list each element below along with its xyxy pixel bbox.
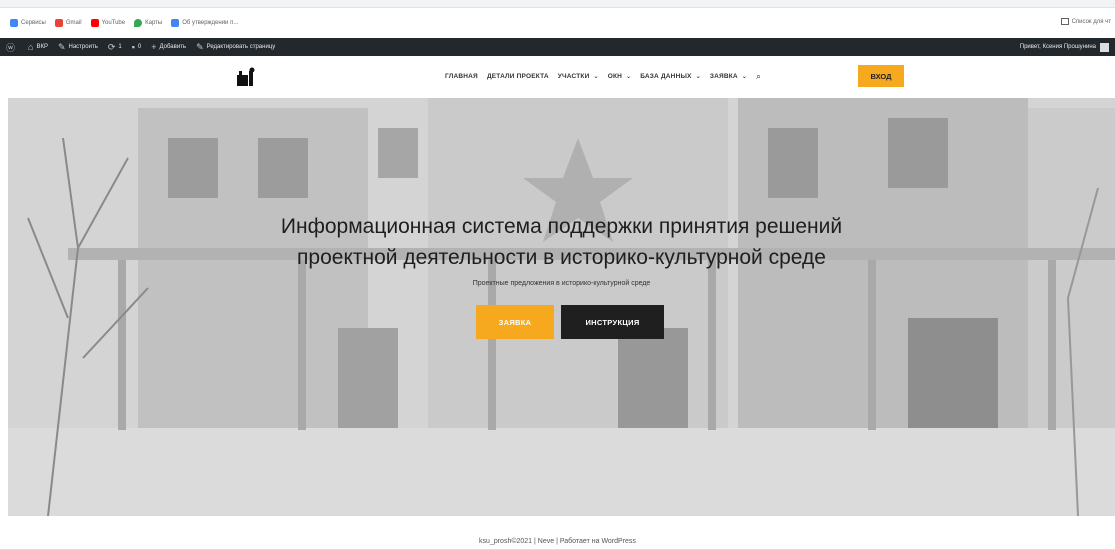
bookmark-approval[interactable]: Об утверждении п... bbox=[171, 19, 238, 27]
reading-list-label: Список для чт bbox=[1071, 18, 1111, 25]
browser-tab-strip bbox=[0, 0, 1115, 8]
home-icon: ⌂ bbox=[28, 42, 34, 52]
bookmark-label: Карты bbox=[145, 20, 163, 26]
apply-button[interactable]: ЗАЯВКА bbox=[476, 305, 554, 339]
bookmark-label: Gmail bbox=[65, 20, 82, 26]
apps-grid-icon bbox=[10, 19, 18, 27]
main-nav: ГЛАВНАЯ ДЕТАЛИ ПРОЕКТА УЧАСТКИ ⌄ ОКН ⌄ БАЗ… bbox=[445, 71, 777, 82]
bookmark-services[interactable]: Сервисы bbox=[10, 19, 46, 27]
page-icon bbox=[171, 19, 180, 27]
nav-item-home[interactable]: ГЛАВНАЯ bbox=[445, 73, 478, 80]
admin-comments[interactable]: ▪ 0 bbox=[132, 42, 142, 52]
hero-title-line2: проектной деятельности в историко-культу… bbox=[297, 246, 826, 269]
bookmark-label: YouTube bbox=[101, 20, 126, 26]
nav-label: ГЛАВНАЯ bbox=[445, 73, 478, 80]
bookmark-gmail[interactable]: Gmail bbox=[54, 19, 82, 27]
pencil-icon: ✎ bbox=[196, 41, 204, 52]
wordpress-logo[interactable]: ⓦ bbox=[6, 41, 18, 54]
chevron-down-icon[interactable]: ⌄ bbox=[696, 73, 701, 80]
nav-item-okn[interactable]: ОКН ⌄ bbox=[608, 73, 632, 80]
site-name-label: ВКР bbox=[36, 44, 48, 50]
instructions-button[interactable]: ИНСТРУКЦИЯ bbox=[561, 305, 664, 339]
footer-credits: ksu_prosh©2021 | Neve | Работает на Word… bbox=[479, 538, 636, 545]
admin-edit-page[interactable]: ✎ Редактировать страницу bbox=[196, 42, 275, 53]
plus-icon: + bbox=[151, 42, 157, 52]
site-logo-icon[interactable] bbox=[236, 67, 258, 87]
admin-customize[interactable]: ✎ Настроить bbox=[58, 42, 98, 53]
admin-account[interactable]: Привет, Ксения Прошунина bbox=[1020, 38, 1115, 56]
comments-count: 0 bbox=[137, 44, 142, 50]
gmail-icon bbox=[54, 19, 63, 27]
edit-page-label: Редактировать страницу bbox=[206, 44, 276, 50]
nav-label: ОКН bbox=[607, 73, 623, 80]
bookmark-youtube[interactable]: YouTube bbox=[90, 19, 126, 27]
bookmark-label: Об утверждении п... bbox=[182, 20, 239, 26]
admin-site-name[interactable]: ⌂ ВКР bbox=[28, 42, 48, 52]
nav-item-project-details[interactable]: ДЕТАЛИ ПРОЕКТА bbox=[487, 73, 549, 80]
chevron-down-icon[interactable]: ⌄ bbox=[626, 73, 631, 80]
bookmark-maps[interactable]: Карты bbox=[134, 19, 162, 27]
greeting-label: Привет, Ксения Прошунина bbox=[1019, 44, 1096, 50]
reading-list[interactable]: Список для чт bbox=[1060, 18, 1111, 25]
chevron-down-icon[interactable]: ⌄ bbox=[742, 73, 747, 80]
site-header: ГЛАВНАЯ ДЕТАЛИ ПРОЕКТА УЧАСТКИ ⌄ ОКН ⌄ БАЗ… bbox=[0, 56, 1115, 98]
comment-icon: ▪ bbox=[131, 42, 135, 52]
chevron-down-icon[interactable]: ⌄ bbox=[593, 73, 598, 80]
bookmark-label: Сервисы bbox=[21, 20, 46, 26]
reading-list-icon bbox=[1060, 18, 1069, 25]
hero-title: Информационная система поддержки приняти… bbox=[8, 211, 1115, 273]
hero-title-line1: Информационная система поддержки приняти… bbox=[280, 215, 843, 238]
wordpress-icon: ⓦ bbox=[6, 42, 16, 53]
youtube-icon bbox=[90, 19, 99, 27]
avatar bbox=[1100, 42, 1109, 52]
nav-item-database[interactable]: БАЗА ДАННЫХ ⌄ bbox=[640, 73, 701, 80]
admin-add-new[interactable]: + Добавить bbox=[151, 42, 186, 52]
nav-item-plots[interactable]: УЧАСТКИ ⌄ bbox=[558, 73, 599, 80]
hero-subtitle: Проектные предложения в историко-культур… bbox=[472, 280, 651, 287]
bookmarks-bar: Сервисы Gmail YouTube Карты Об утвержден… bbox=[0, 8, 1115, 38]
admin-updates[interactable]: ⟳ 1 bbox=[108, 42, 122, 53]
customize-label: Настроить bbox=[68, 44, 98, 50]
nav-label: ДЕТАЛИ ПРОЕКТА bbox=[486, 73, 549, 80]
search-icon[interactable]: ⌕ bbox=[756, 71, 761, 82]
nav-label: УЧАСТКИ bbox=[557, 73, 590, 80]
update-icon: ⟳ bbox=[107, 41, 116, 52]
maps-pin-icon bbox=[134, 19, 143, 27]
brush-icon: ✎ bbox=[57, 41, 66, 52]
login-button[interactable]: ВХОД bbox=[858, 65, 904, 87]
nav-label: ЗАЯВКА bbox=[709, 73, 738, 80]
updates-count: 1 bbox=[118, 44, 122, 50]
wp-admin-bar: ⓦ ⌂ ВКР ✎ Настроить ⟳ 1 ▪ 0 + Добавить ✎ Редак… bbox=[0, 38, 1115, 56]
nav-item-application[interactable]: ЗАЯВКА ⌄ bbox=[710, 73, 747, 80]
hero-section: Информационная система поддержки приняти… bbox=[8, 98, 1115, 516]
add-new-label: Добавить bbox=[159, 44, 187, 50]
site-footer: ksu_prosh©2021 | Neve | Работает на Word… bbox=[0, 516, 1115, 550]
nav-label: БАЗА ДАННЫХ bbox=[640, 73, 692, 80]
